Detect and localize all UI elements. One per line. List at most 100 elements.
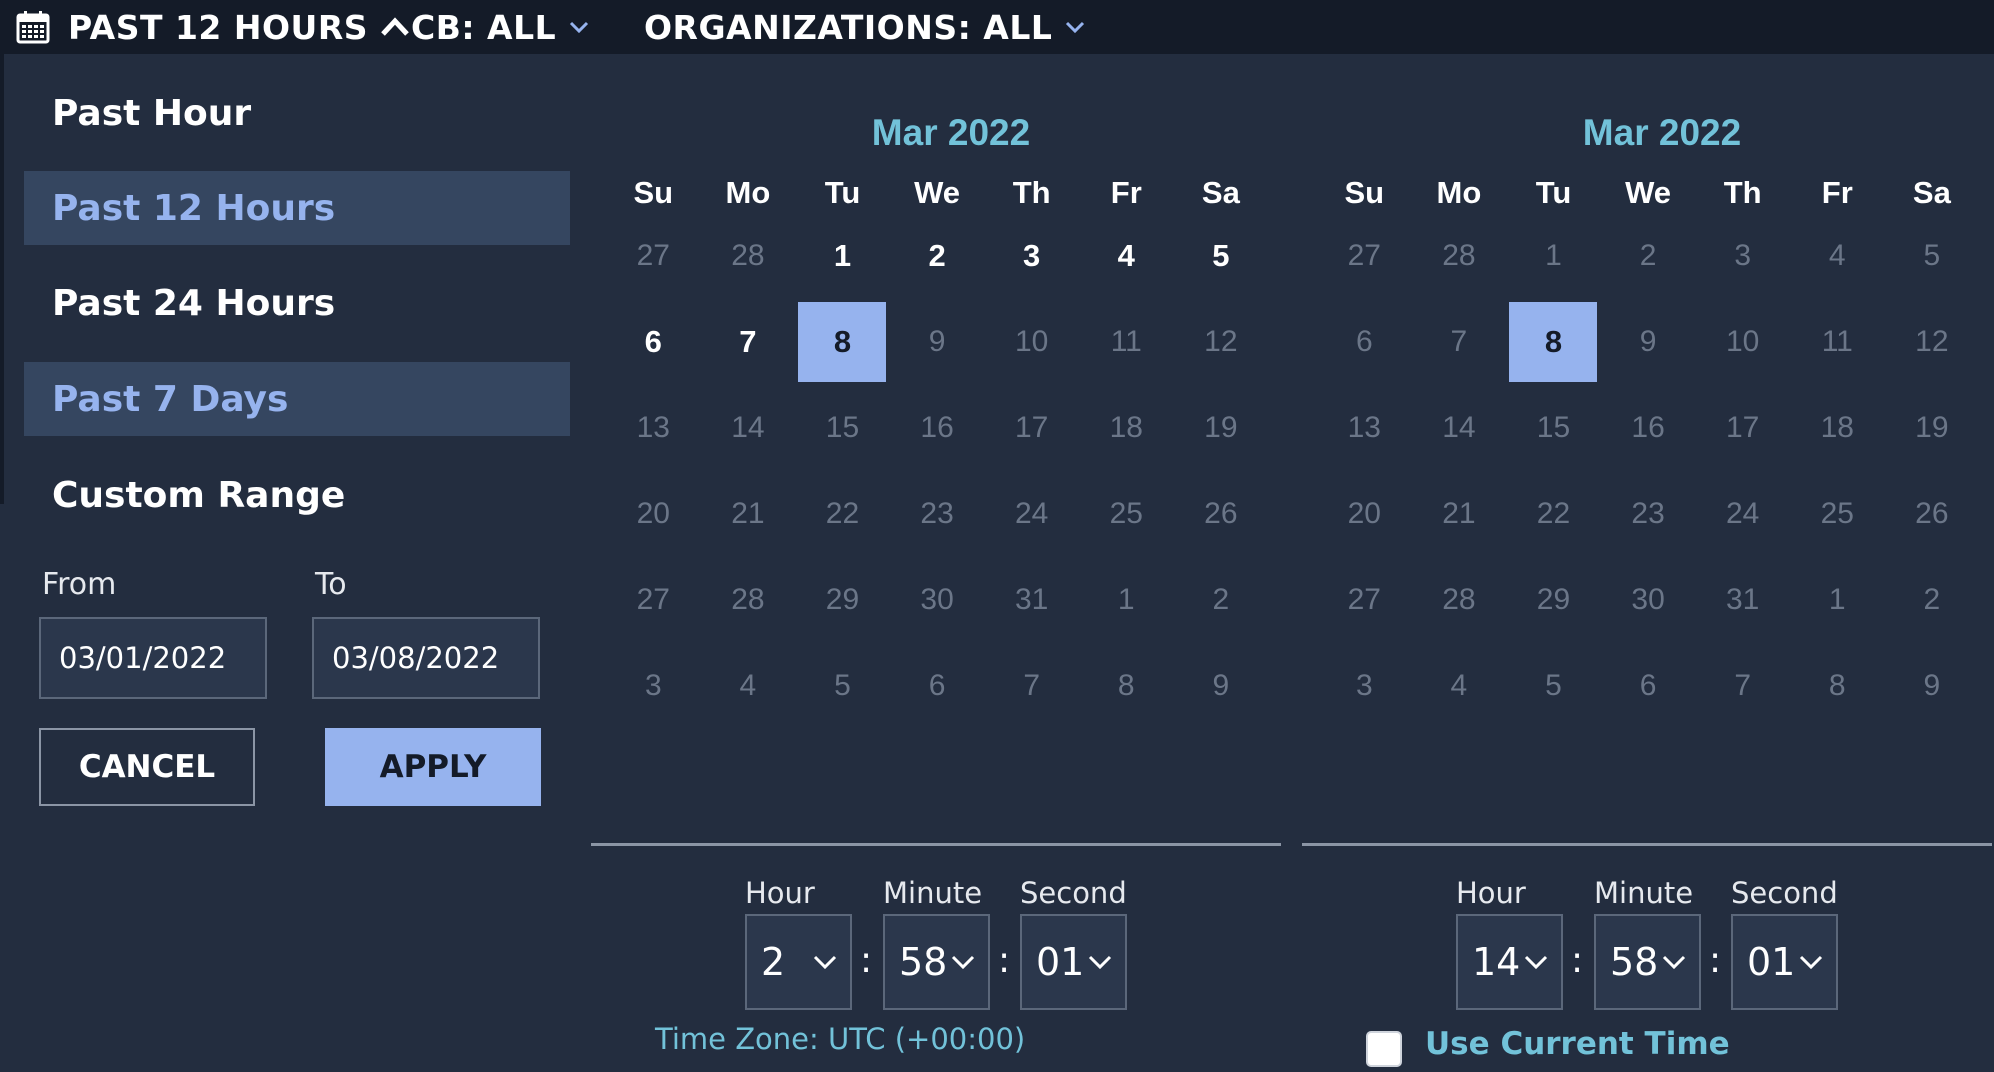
apply-button[interactable]: APPLY (325, 728, 541, 806)
calendar-day[interactable]: 29 (1506, 560, 1601, 640)
calendar-day[interactable]: 9 (890, 302, 985, 382)
calendar-day[interactable]: 7 (1695, 646, 1790, 726)
calendar-day[interactable]: 10 (1695, 302, 1790, 382)
calendar-day[interactable]: 13 (1317, 388, 1412, 468)
calendar-day[interactable]: 20 (606, 474, 701, 554)
calendar-day[interactable]: 2 (1601, 216, 1696, 296)
calendar-day[interactable]: 30 (890, 560, 985, 640)
calendar-day[interactable]: 5 (795, 646, 890, 726)
calendar-day[interactable]: 23 (1601, 474, 1696, 554)
calendar-day-selected[interactable]: 8 (1509, 302, 1598, 382)
calendar-day[interactable]: 21 (701, 474, 796, 554)
calendar-day[interactable]: 21 (1412, 474, 1507, 554)
calendar-day[interactable]: 6 (890, 646, 985, 726)
end-minute-select[interactable]: 58 (1594, 914, 1701, 1010)
calendar-day[interactable]: 26 (1174, 474, 1269, 554)
calendar-day[interactable]: 25 (1079, 474, 1174, 554)
calendar-day[interactable]: 7 (984, 646, 1079, 726)
calendar-day[interactable]: 1 (1079, 560, 1174, 640)
end-second-select[interactable]: 01 (1731, 914, 1838, 1010)
calendar-day[interactable]: 16 (890, 388, 985, 468)
calendar-day[interactable]: 11 (1079, 302, 1174, 382)
calendar-day[interactable]: 31 (984, 560, 1079, 640)
calendar-day[interactable]: 2 (1885, 560, 1980, 640)
calendar-day[interactable]: 14 (701, 388, 796, 468)
preset-past-hour[interactable]: Past Hour (24, 76, 570, 150)
calendar-day[interactable]: 28 (1412, 216, 1507, 296)
calendar-day[interactable]: 28 (701, 560, 796, 640)
calendar-day[interactable]: 8 (1079, 646, 1174, 726)
calendar-day[interactable]: 3 (1317, 646, 1412, 726)
calendar-day[interactable]: 9 (1885, 646, 1980, 726)
calendar-day[interactable]: 2 (1174, 560, 1269, 640)
calendar-day[interactable]: 5 (1885, 216, 1980, 296)
calendar-day[interactable]: 25 (1790, 474, 1885, 554)
calendar-day[interactable]: 24 (984, 474, 1079, 554)
calendar-day[interactable]: 24 (1695, 474, 1790, 554)
calendar-day[interactable]: 13 (606, 388, 701, 468)
calendar-day[interactable]: 1 (795, 216, 890, 296)
calendar-day[interactable]: 2 (890, 216, 985, 296)
start-minute-select[interactable]: 58 (883, 914, 990, 1010)
calendar-day[interactable]: 10 (984, 302, 1079, 382)
calendar-day-selected[interactable]: 8 (798, 302, 887, 382)
preset-past-7-days[interactable]: Past 7 Days (24, 362, 570, 436)
calendar-day[interactable]: 20 (1317, 474, 1412, 554)
calendar-day[interactable]: 9 (1174, 646, 1269, 726)
calendar-day[interactable]: 27 (1317, 560, 1412, 640)
calendar-day[interactable]: 6 (1317, 302, 1412, 382)
calendar-day[interactable]: 18 (1790, 388, 1885, 468)
calendar-day[interactable]: 1 (1790, 560, 1885, 640)
calendar-day[interactable]: 3 (1695, 216, 1790, 296)
calendar-day[interactable]: 4 (1079, 216, 1174, 296)
preset-past-12-hours[interactable]: Past 12 Hours (24, 171, 570, 245)
calendar-day[interactable]: 11 (1790, 302, 1885, 382)
use-current-time-checkbox[interactable] (1366, 1031, 1402, 1067)
calendar-day[interactable]: 12 (1885, 302, 1980, 382)
calendar-day[interactable]: 28 (1412, 560, 1507, 640)
calendar-day[interactable]: 9 (1601, 302, 1696, 382)
calendar-day[interactable]: 27 (606, 560, 701, 640)
calendar-day[interactable]: 6 (1601, 646, 1696, 726)
calendar-day[interactable]: 31 (1695, 560, 1790, 640)
calendar-day[interactable]: 19 (1885, 388, 1980, 468)
calendar-day[interactable]: 12 (1174, 302, 1269, 382)
calendar-day[interactable]: 28 (701, 216, 796, 296)
calendar-day[interactable]: 15 (795, 388, 890, 468)
calendar-day[interactable]: 1 (1506, 216, 1601, 296)
calendar-day[interactable]: 29 (795, 560, 890, 640)
calendar-day[interactable]: 30 (1601, 560, 1696, 640)
calendar-day[interactable]: 27 (606, 216, 701, 296)
calendar-day[interactable]: 14 (1412, 388, 1507, 468)
calendar-day[interactable]: 27 (1317, 216, 1412, 296)
time-range-dropdown[interactable]: PAST 12 HOURS (16, 0, 410, 54)
calendar-day[interactable]: 17 (1695, 388, 1790, 468)
calendar-day[interactable]: 23 (890, 474, 985, 554)
preset-past-24-hours[interactable]: Past 24 Hours (24, 266, 570, 340)
calendar-day[interactable]: 5 (1506, 646, 1601, 726)
calendar-day[interactable]: 26 (1885, 474, 1980, 554)
cb-filter-dropdown[interactable]: CB: ALL (411, 0, 590, 54)
from-date-input[interactable] (39, 617, 267, 699)
calendar-day[interactable]: 4 (1412, 646, 1507, 726)
calendar-day[interactable]: 17 (984, 388, 1079, 468)
calendar-day[interactable]: 7 (1412, 302, 1507, 382)
start-hour-select[interactable]: 2 (745, 914, 852, 1010)
to-date-input[interactable] (312, 617, 540, 699)
calendar-day[interactable]: 22 (1506, 474, 1601, 554)
calendar-day[interactable]: 15 (1506, 388, 1601, 468)
calendar-day[interactable]: 6 (606, 302, 701, 382)
calendar-day[interactable]: 4 (701, 646, 796, 726)
calendar-day[interactable]: 3 (606, 646, 701, 726)
use-current-time-label[interactable]: Use Current Time (1425, 1026, 1730, 1062)
calendar-day[interactable]: 7 (701, 302, 796, 382)
organizations-filter-dropdown[interactable]: ORGANIZATIONS: ALL (644, 0, 1086, 54)
calendar-day[interactable]: 16 (1601, 388, 1696, 468)
end-hour-select[interactable]: 14 (1456, 914, 1563, 1010)
preset-custom-range[interactable]: Custom Range (24, 458, 570, 532)
calendar-day[interactable]: 4 (1790, 216, 1885, 296)
calendar-day[interactable]: 22 (795, 474, 890, 554)
calendar-day[interactable]: 18 (1079, 388, 1174, 468)
start-second-select[interactable]: 01 (1020, 914, 1127, 1010)
calendar-day[interactable]: 19 (1174, 388, 1269, 468)
